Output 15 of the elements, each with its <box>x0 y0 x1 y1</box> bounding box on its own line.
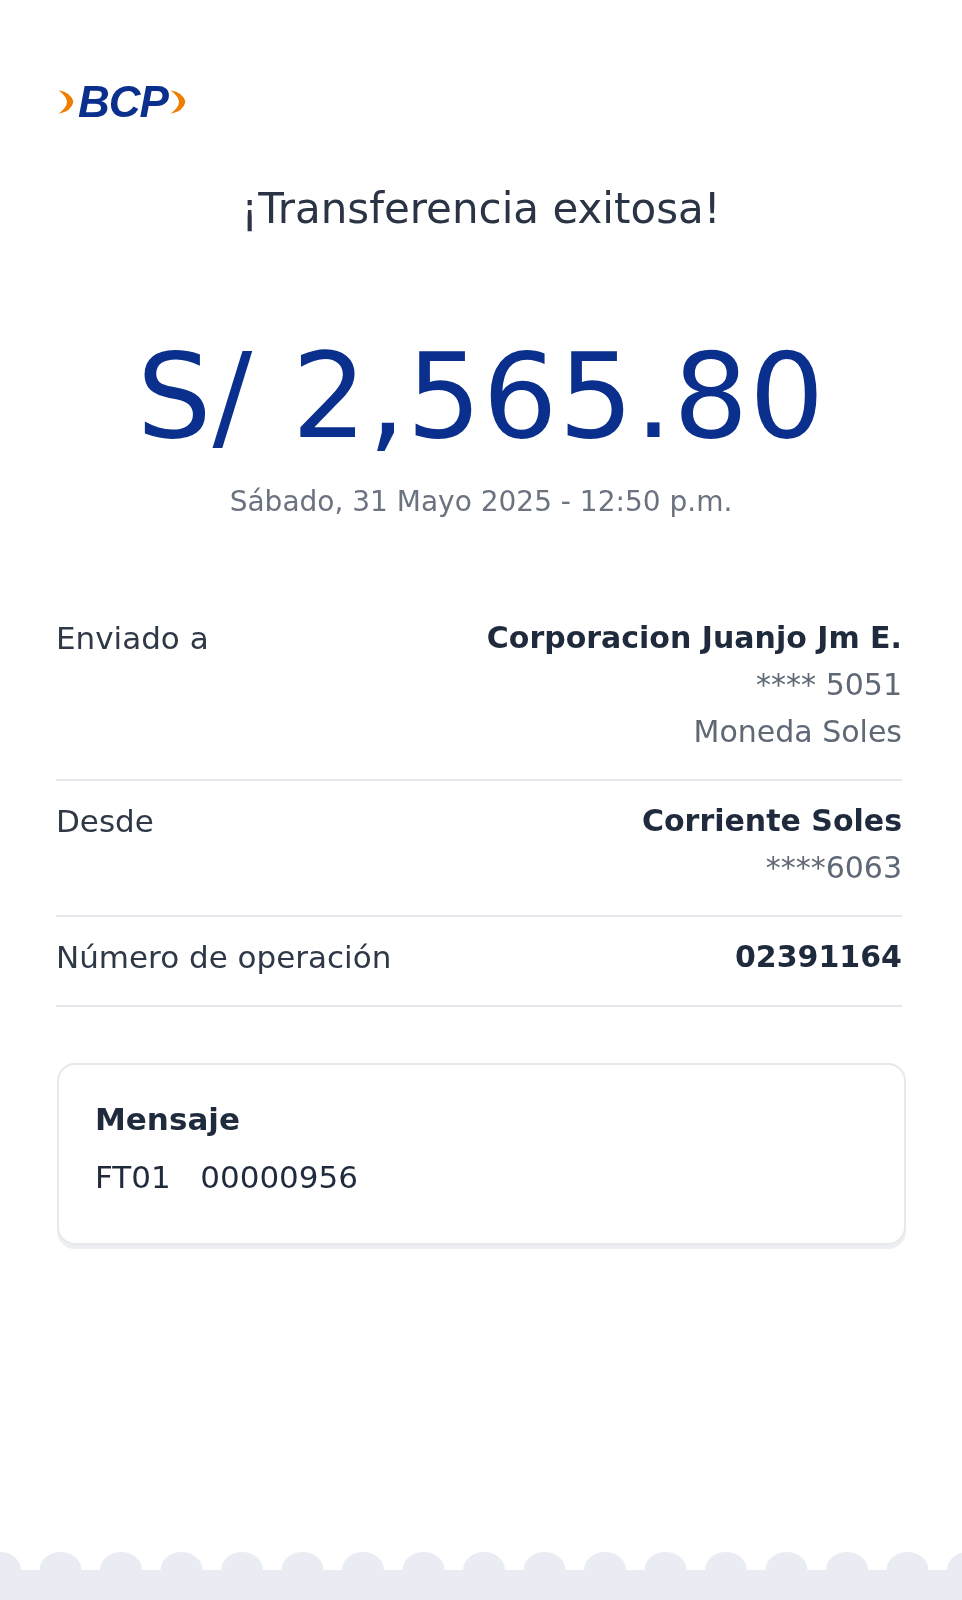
message-title: Mensaje <box>95 1101 241 1137</box>
detail-label: Enviado a <box>56 620 209 658</box>
detail-value: 02391164 <box>735 939 902 974</box>
detail-value: ****6063 <box>765 850 902 885</box>
detail-value: Corporacion Juanjo Jm E. <box>486 620 902 655</box>
success-title: ¡Transferencia exitosa! <box>240 184 722 233</box>
amount: S/ 2,565.80 <box>135 331 827 461</box>
detail-label: Número de operación <box>56 939 392 975</box>
detail-value: **** 5051 <box>756 667 902 702</box>
detail-label: Desde <box>56 803 154 841</box>
detail-value: Moneda Soles <box>693 714 902 749</box>
date-time: Sábado, 31 Mayo 2025 - 12:50 p.m. <box>228 485 734 518</box>
message-text: FT01 00000956 <box>95 1159 359 1195</box>
bank-logo: BCP <box>78 78 168 126</box>
detail-value: Corriente Soles <box>641 803 902 838</box>
